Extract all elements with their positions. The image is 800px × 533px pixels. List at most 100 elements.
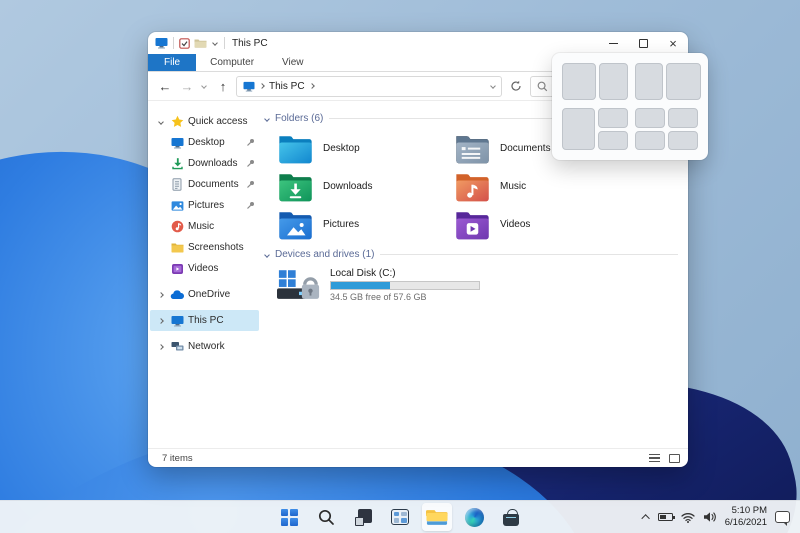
item-count: 7 items <box>162 452 193 464</box>
snap-zone[interactable] <box>599 63 628 100</box>
local-disk-icon <box>277 270 320 299</box>
qat-customize-chevron-icon[interactable] <box>212 40 218 46</box>
refresh-button[interactable] <box>506 80 526 92</box>
search-icon <box>537 81 548 91</box>
large-icons-view-icon[interactable] <box>669 453 680 463</box>
sidebar-item-downloads[interactable]: Downloads <box>150 153 259 174</box>
snap-zone[interactable] <box>562 108 595 150</box>
address-bar[interactable]: This PC <box>236 75 502 97</box>
pin-icon <box>246 201 255 210</box>
address-dropdown-chevron-icon[interactable] <box>490 83 496 89</box>
drive-usage-bar <box>330 281 480 290</box>
collapse-chevron-icon[interactable] <box>264 115 270 122</box>
close-button[interactable]: × <box>658 32 688 54</box>
this-pc-icon <box>243 81 255 92</box>
file-explorer-taskbar-button[interactable] <box>422 503 452 531</box>
drive-usage-fill <box>331 282 391 289</box>
qat-properties-icon[interactable] <box>179 37 190 49</box>
sidebar-item-music[interactable]: Music <box>150 216 259 237</box>
snap-layout-two-columns[interactable] <box>562 63 628 100</box>
app-icon <box>155 37 168 49</box>
up-button[interactable]: ↑ <box>214 79 232 94</box>
sidebar-item-network[interactable]: Network <box>150 336 259 357</box>
widgets-icon <box>391 509 409 525</box>
tab-computer[interactable]: Computer <box>196 54 268 71</box>
windows-logo-icon <box>280 508 298 526</box>
pictures-folder-icon <box>279 211 312 239</box>
snap-zone[interactable] <box>665 63 701 100</box>
snap-zone[interactable] <box>597 130 628 150</box>
snap-layout-wide-right[interactable] <box>635 63 701 100</box>
collapse-chevron-icon[interactable] <box>264 251 270 258</box>
music-folder-icon <box>456 173 489 201</box>
sidebar-item-videos[interactable]: Videos <box>150 258 259 279</box>
close-icon: × <box>669 35 677 51</box>
snap-layout-quad-grid[interactable] <box>635 108 698 150</box>
start-button[interactable] <box>274 503 304 531</box>
sidebar-item-screenshots[interactable]: Screenshots <box>150 237 259 258</box>
cloud-icon <box>170 289 184 300</box>
folder-tile-pictures[interactable]: Pictures <box>277 208 454 241</box>
folder-tile-downloads[interactable]: Downloads <box>277 170 454 203</box>
microsoft-store-icon <box>503 508 519 526</box>
desktop-folder-icon <box>279 135 312 163</box>
volume-icon[interactable] <box>703 511 717 523</box>
breadcrumb-chevron-icon <box>259 83 265 89</box>
task-view-button[interactable] <box>348 503 378 531</box>
chevron-right-icon[interactable] <box>158 317 164 324</box>
snap-zone[interactable] <box>562 63 597 100</box>
breadcrumb-chevron-icon[interactable] <box>308 83 315 89</box>
sidebar-item-documents[interactable]: Documents <box>150 174 259 195</box>
breadcrumb-location[interactable]: This PC <box>269 81 305 92</box>
microsoft-store-button[interactable] <box>496 503 526 531</box>
chevron-right-icon[interactable] <box>158 343 164 350</box>
wifi-icon[interactable] <box>681 512 695 523</box>
snap-zone[interactable] <box>668 108 698 128</box>
forward-button[interactable]: → <box>178 79 196 94</box>
search-button[interactable] <box>311 503 341 531</box>
snap-zone[interactable] <box>668 130 698 150</box>
documents-folder-icon <box>456 135 489 163</box>
tab-view[interactable]: View <box>268 54 318 71</box>
snap-zone[interactable] <box>597 108 628 128</box>
sidebar-item-this-pc[interactable]: This PC <box>150 310 259 331</box>
qat-new-folder-icon[interactable] <box>194 38 207 48</box>
monitor-icon <box>170 137 184 149</box>
chevron-right-icon[interactable] <box>158 291 164 298</box>
edge-button[interactable] <box>459 503 489 531</box>
monitor-icon <box>170 315 184 327</box>
document-icon <box>170 178 184 191</box>
devices-group-label: Devices and drives (1) <box>275 249 375 260</box>
snap-zone[interactable] <box>635 130 665 150</box>
minimize-button[interactable] <box>598 32 628 54</box>
taskbar: 5:10 PM 6/16/2021 <box>0 500 800 533</box>
folder-tile-videos[interactable]: Videos <box>454 208 631 241</box>
drive-tile-local-disk-c[interactable]: Local Disk (C:) 34.5 GB free of 57.6 GB <box>277 268 678 304</box>
sidebar-item-pictures[interactable]: Pictures <box>150 195 259 216</box>
snap-zone[interactable] <box>635 63 663 100</box>
tab-file[interactable]: File <box>148 54 197 71</box>
widgets-button[interactable] <box>385 503 415 531</box>
tray-date: 6/16/2021 <box>724 517 767 528</box>
details-view-icon[interactable] <box>649 453 660 463</box>
group-divider <box>380 254 678 255</box>
folder-tile-desktop[interactable]: Desktop <box>277 132 454 165</box>
window-title: This PC <box>232 37 268 49</box>
snap-layout-left-plus-stack[interactable] <box>562 108 628 150</box>
battery-icon[interactable] <box>657 513 675 521</box>
clock[interactable]: 5:10 PM 6/16/2021 <box>725 505 767 530</box>
devices-group-header[interactable]: Devices and drives (1) <box>264 249 678 260</box>
sidebar-item-desktop[interactable]: Desktop <box>150 132 259 153</box>
chevron-down-icon[interactable] <box>158 118 164 125</box>
sidebar-item-onedrive[interactable]: OneDrive <box>150 284 259 305</box>
recent-locations-chevron-icon[interactable] <box>201 83 207 89</box>
snap-zone[interactable] <box>635 108 665 128</box>
folder-tile-music[interactable]: Music <box>454 170 631 203</box>
hidden-icons-chevron-icon[interactable] <box>641 514 650 523</box>
sidebar-item-quick-access[interactable]: Quick access <box>150 111 259 132</box>
folders-group-label: Folders (6) <box>275 113 324 124</box>
titlebar[interactable]: This PC × <box>148 32 688 54</box>
back-button[interactable]: ← <box>156 79 174 94</box>
maximize-button[interactable] <box>628 32 658 54</box>
notification-center-icon[interactable] <box>775 511 790 526</box>
